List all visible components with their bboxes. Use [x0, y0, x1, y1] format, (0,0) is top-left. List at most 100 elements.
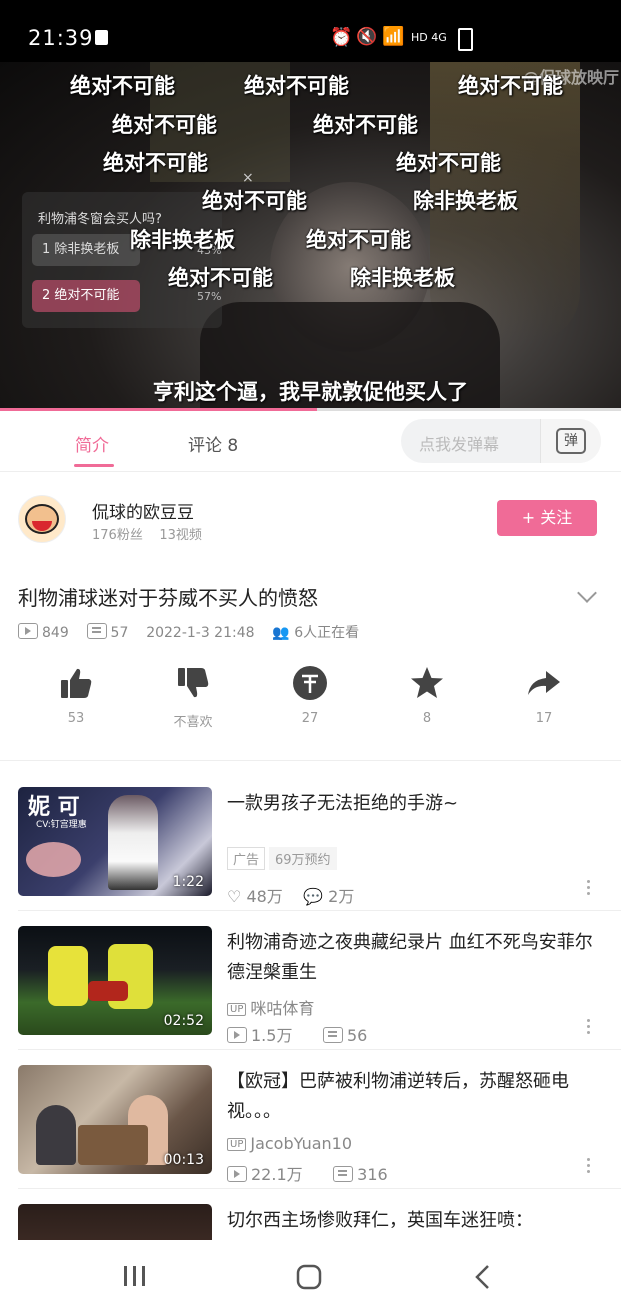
video-subtitle: 亨利这个逼，我早就敦促他买人了 [153, 379, 468, 404]
danmaku-item: 绝对不可能 [396, 151, 501, 175]
tab-comments[interactable]: 评论 8 [188, 431, 238, 456]
thumbs-down-icon [175, 665, 211, 701]
video-title: 切尔西主场惨败拜仁，英国车迷狂喷： [227, 1210, 533, 1231]
favorite-button[interactable]: 8 [382, 665, 472, 726]
coin-button[interactable]: 27 [265, 665, 355, 726]
video-player[interactable]: @保球放映厅 利物浦冬窗会买人吗? 1 除非换老板 43% 2 绝对不可能 57… [0, 62, 621, 410]
up-icon: UP [227, 1003, 247, 1016]
thumbnail-sub: CV:钉宫理惠 [36, 820, 87, 830]
video-meta: 22.1万 316 [227, 1161, 388, 1185]
video-title: 利物浦球迷对于芬威不买人的愤怒 [18, 586, 318, 610]
danmaku-icon: 弹 [556, 428, 586, 454]
share-button[interactable]: 17 [499, 665, 589, 726]
danmaku-item: 绝对不可能 [458, 74, 563, 98]
play-count: 849 [42, 625, 69, 641]
network-label: HD 4G [411, 31, 447, 44]
author-row: 侃球的欧豆豆 176粉丝 13视频 + 关注 [0, 480, 621, 560]
danmaku-toggle-button[interactable]: 弹 [540, 419, 601, 463]
danmaku-count: 57 [110, 625, 129, 641]
danmaku-item: 绝对不可能 [112, 113, 217, 137]
danmaku-count-icon [333, 1166, 354, 1182]
danmaku-item: 绝对不可能 [103, 151, 208, 175]
video-thumbnail: 妮 可 CV:钉宫理惠 1:22 [18, 787, 212, 896]
like-count: 53 [67, 711, 85, 726]
danmaku-count-icon [322, 1027, 343, 1043]
home-icon[interactable] [296, 1264, 322, 1290]
video-meta: 1.5万 56 [227, 1022, 367, 1046]
back-icon[interactable] [474, 1264, 492, 1290]
video-title: 【欧冠】巴萨被利物浦逆转后，苏醒怒砸电视。。。 [227, 1071, 569, 1122]
video-duration: 02:52 [163, 1013, 204, 1029]
poll-close-icon[interactable]: × [242, 170, 254, 186]
follow-button[interactable]: + 关注 [497, 500, 597, 536]
recent-apps-icon[interactable] [122, 1264, 148, 1288]
tab-bar: 简介 评论 8 点我发弹幕 弹 [0, 411, 621, 472]
danmaku-input[interactable]: 点我发弹幕 弹 [401, 419, 601, 463]
danmaku-count-icon [86, 623, 107, 639]
coin-icon [292, 665, 328, 701]
video-duration: 00:13 [163, 1152, 204, 1168]
poll-option-2[interactable]: 2 绝对不可能 [32, 280, 140, 312]
play-count-icon [227, 1166, 247, 1182]
alarm-icon: ⏰ [330, 27, 353, 48]
more-icon[interactable] [587, 1019, 591, 1037]
favorite-count: 8 [422, 711, 432, 726]
watching-count: 6人正在看 [294, 625, 360, 641]
avatar[interactable] [18, 495, 66, 543]
star-icon [409, 665, 445, 701]
video-title: 一款男孩子无法拒绝的手游~ [227, 793, 459, 814]
danmaku-item: 绝对不可能 [306, 228, 411, 252]
dislike-button[interactable]: 不喜欢 [148, 665, 238, 730]
ad-badge: 广告 [227, 847, 266, 870]
coin-count: 27 [301, 711, 319, 726]
more-icon[interactable] [587, 880, 591, 898]
video-thumbnail: 00:13 [18, 1065, 212, 1174]
list-item[interactable]: 切尔西主场惨败拜仁，英国车迷狂喷： [0, 1204, 621, 1240]
wifi-icon: 📶 [382, 26, 405, 47]
like-icon: ♡ [227, 887, 242, 906]
video-meta: ♡ 48万 💬 2万 [227, 887, 355, 906]
danmaku-item: 除非换老板 [350, 266, 455, 290]
action-bar: 53 不喜欢 27 8 17 [0, 665, 621, 745]
dislike-label: 不喜欢 [173, 715, 213, 730]
author-stats: 176粉丝 13视频 [92, 528, 202, 543]
video-thumbnail: 02:52 [18, 926, 212, 1035]
share-icon [526, 665, 562, 701]
status-time: 21:39 [28, 26, 94, 50]
like-button[interactable]: 53 [31, 665, 121, 726]
video-duration: 1:22 [172, 874, 204, 890]
uploader: UP JacobYuan10 [227, 1134, 352, 1153]
battery-icon [458, 28, 473, 51]
list-item[interactable]: 妮 可 CV:钉宫理惠 1:22 一款男孩子无法拒绝的手游~ 广告 69万预约 ♡… [0, 787, 621, 907]
danmaku-item: 绝对不可能 [70, 74, 175, 98]
share-count: 17 [535, 711, 553, 726]
play-count-icon [18, 623, 38, 639]
system-nav-bar [0, 1240, 621, 1312]
danmaku-item: 绝对不可能 [313, 113, 418, 137]
play-count-icon [227, 1027, 247, 1043]
danmaku-item: 除非换老板 [130, 228, 235, 252]
video-meta: 849 57 2022-1-3 21:48 👥 6人正在看 [18, 622, 359, 642]
list-item[interactable]: 02:52 利物浦奇迹之夜典藏纪录片 血红不死鸟安菲尔德涅槃重生 UP 咪咕体育 … [0, 926, 621, 1046]
uploader: UP 咪咕体育 [227, 995, 314, 1019]
poll-option-1[interactable]: 1 除非换老板 [32, 234, 140, 266]
reservation-badge: 69万预约 [269, 847, 337, 870]
danmaku-item: 绝对不可能 [202, 189, 307, 213]
danmaku-input-placeholder: 点我发弹幕 [419, 435, 500, 454]
chevron-down-icon[interactable] [577, 583, 597, 603]
status-bar: 21:39 ⏰ 🔇 📶 HD 4G [0, 0, 621, 62]
more-icon[interactable] [587, 1158, 591, 1176]
tab-indicator [74, 464, 114, 467]
comment-icon: 💬 [303, 887, 324, 906]
author-name[interactable]: 侃球的欧豆豆 [92, 498, 194, 523]
publish-date: 2022-1-3 21:48 [146, 625, 255, 641]
danmaku-item: 绝对不可能 [168, 266, 273, 290]
danmaku-item: 绝对不可能 [244, 74, 349, 98]
danmaku-item: 除非换老板 [413, 189, 518, 213]
up-icon: UP [227, 1138, 247, 1151]
poll-card: 利物浦冬窗会买人吗? 1 除非换老板 43% 2 绝对不可能 57% × [22, 170, 254, 328]
watching-icon: 👥 [272, 625, 290, 641]
tab-intro[interactable]: 简介 [75, 431, 109, 456]
list-item[interactable]: 00:13 【欧冠】巴萨被利物浦逆转后，苏醒怒砸电视。。。 UP JacobYua… [0, 1065, 621, 1185]
video-title: 利物浦奇迹之夜典藏纪录片 血红不死鸟安菲尔德涅槃重生 [227, 932, 593, 983]
